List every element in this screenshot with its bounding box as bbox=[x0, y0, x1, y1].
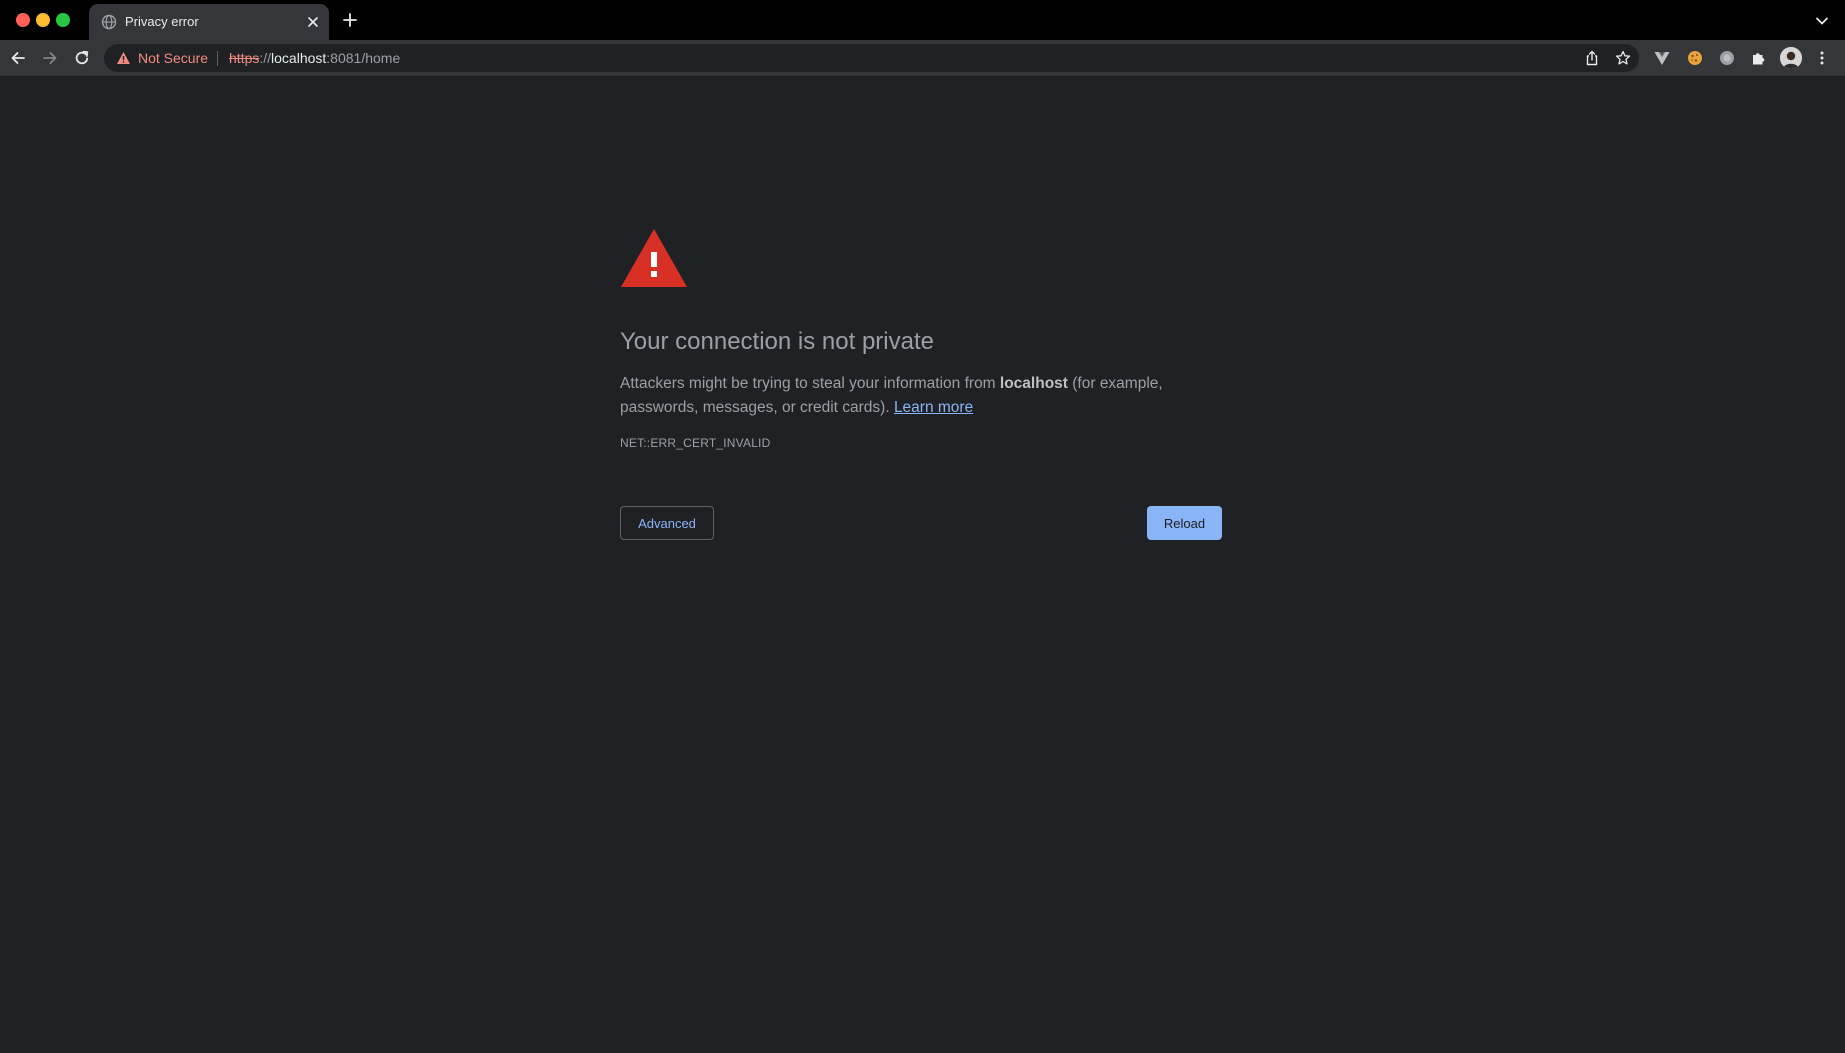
explanation-text: Attackers might be trying to steal your … bbox=[620, 375, 1000, 392]
close-icon[interactable] bbox=[305, 14, 321, 30]
url-separator: :// bbox=[259, 50, 272, 66]
profile-picture-icon bbox=[1780, 47, 1802, 69]
plus-icon[interactable] bbox=[342, 12, 358, 28]
url-scheme: https bbox=[229, 50, 260, 66]
share-icon[interactable] bbox=[1584, 50, 1600, 66]
avatar[interactable] bbox=[1780, 47, 1802, 69]
error-explanation: Attackers might be trying to steal your … bbox=[620, 372, 1222, 420]
arrow-left-icon[interactable] bbox=[9, 49, 27, 67]
window-close-button[interactable] bbox=[16, 13, 30, 27]
url-host: localhost bbox=[271, 50, 327, 66]
vue-devtools-icon[interactable] bbox=[1653, 49, 1671, 67]
warning-triangle-icon[interactable] bbox=[116, 51, 131, 65]
url-path: :8081/home bbox=[326, 50, 401, 66]
error-code: NET::ERR_CERT_INVALID bbox=[620, 436, 771, 450]
cookie-icon[interactable] bbox=[1686, 49, 1704, 67]
puzzle-icon[interactable] bbox=[1750, 49, 1768, 67]
warning-triangle-icon bbox=[621, 229, 687, 287]
not-secure-label[interactable]: Not Secure bbox=[138, 50, 208, 66]
learn-more-link[interactable]: Learn more bbox=[894, 399, 973, 416]
explanation-host: localhost bbox=[999, 375, 1068, 392]
tab-strip: Privacy error bbox=[0, 0, 1845, 40]
globe-icon bbox=[101, 14, 117, 30]
window-minimize-button[interactable] bbox=[36, 13, 50, 27]
arrow-right-icon[interactable] bbox=[41, 49, 59, 67]
address-bar[interactable]: Not Secure https://localhost:8081/home bbox=[104, 44, 1639, 72]
reload-button[interactable]: Reload bbox=[1147, 506, 1222, 540]
url-text[interactable]: https://localhost:8081/home bbox=[229, 50, 400, 66]
window-zoom-button[interactable] bbox=[56, 13, 70, 27]
page-title: Your connection is not private bbox=[620, 328, 934, 355]
kebab-menu-icon[interactable] bbox=[1818, 50, 1826, 66]
tab-privacy-error[interactable]: Privacy error bbox=[89, 4, 329, 40]
omnibox-divider bbox=[217, 51, 218, 66]
browser-toolbar: Not Secure https://localhost:8081/home bbox=[0, 40, 1845, 77]
chevron-down-icon[interactable] bbox=[1815, 14, 1829, 28]
gray-circle-extension-icon[interactable] bbox=[1718, 49, 1736, 67]
advanced-button[interactable]: Advanced bbox=[620, 506, 714, 540]
star-icon[interactable] bbox=[1615, 50, 1631, 66]
reload-icon[interactable] bbox=[73, 49, 91, 67]
tab-title: Privacy error bbox=[125, 14, 199, 29]
